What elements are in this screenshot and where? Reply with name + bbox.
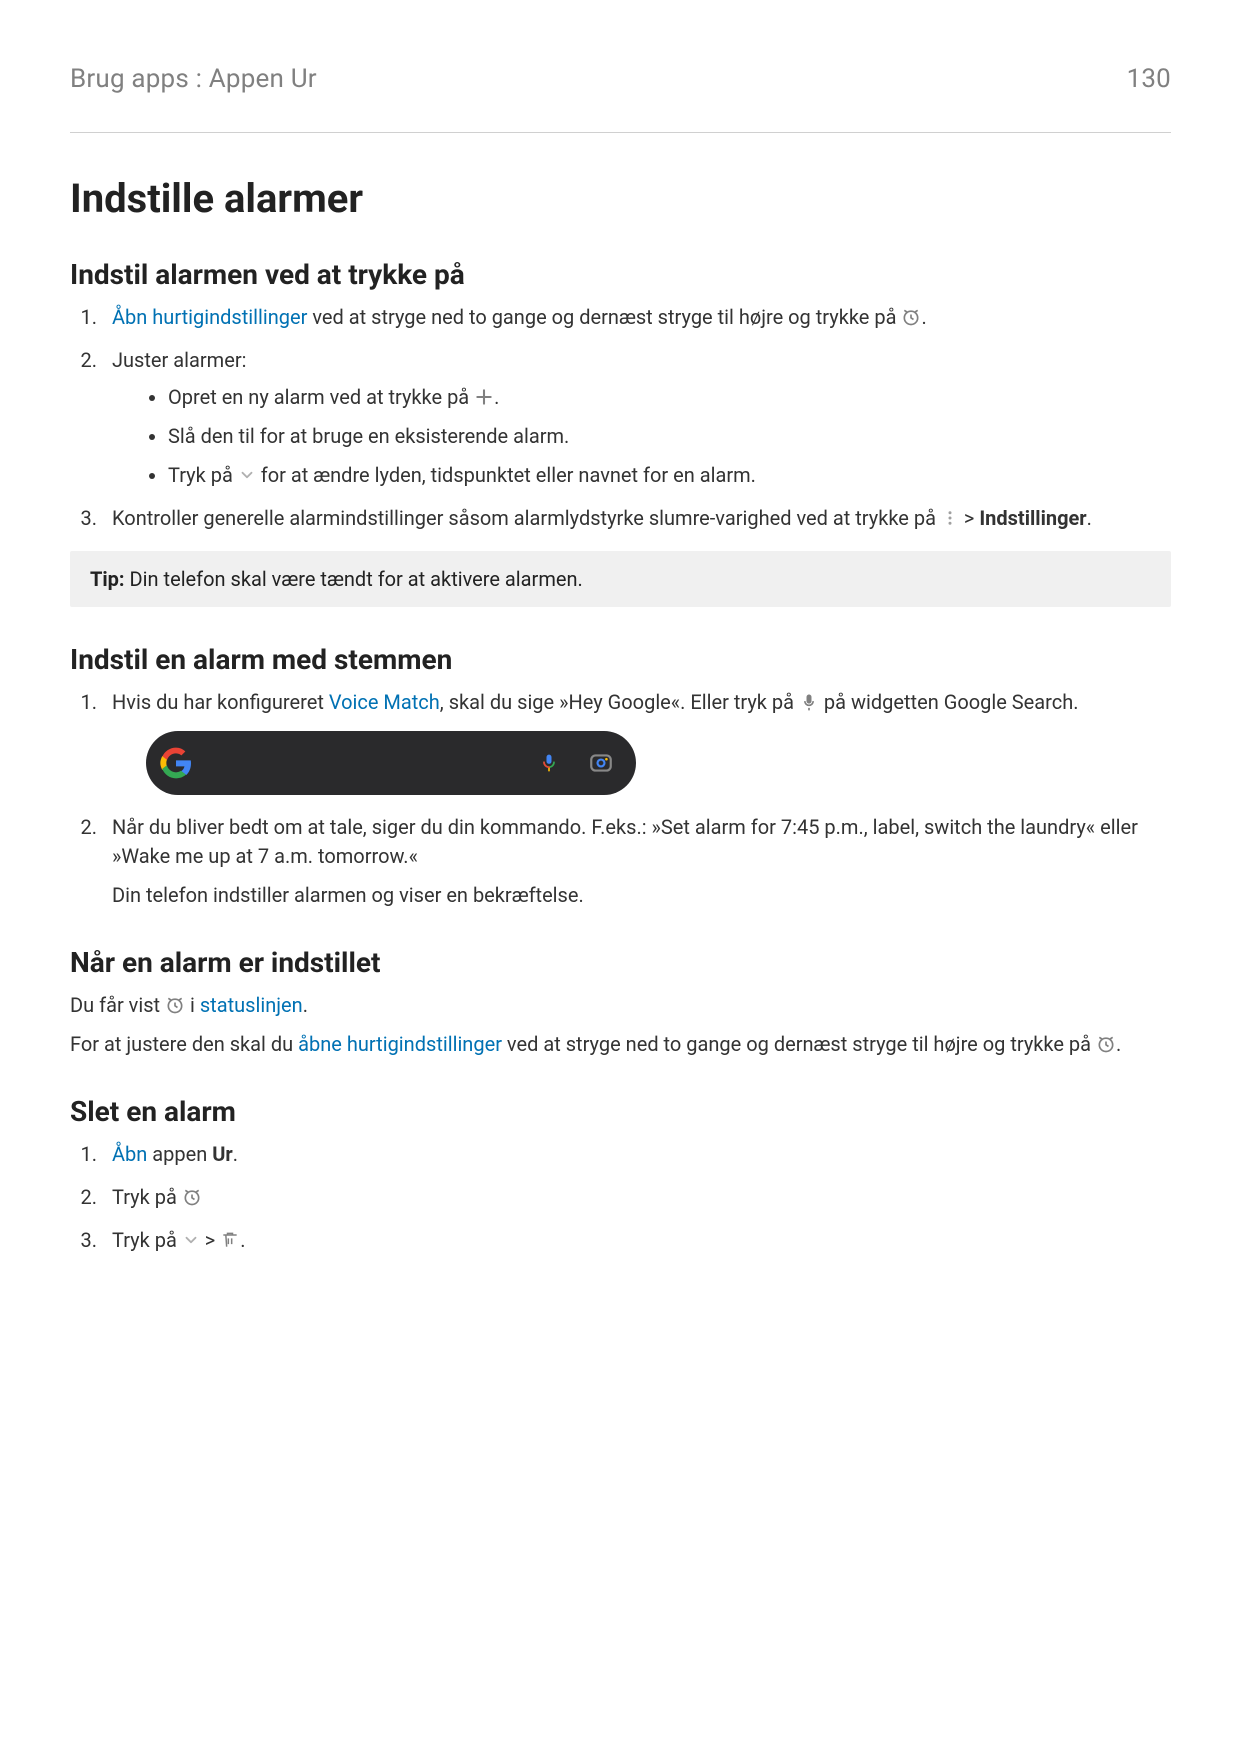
step-2-bullets: Opret en ny alarm ved at trykke på . Slå…: [112, 383, 1171, 490]
voice-match-link[interactable]: Voice Match: [329, 690, 440, 714]
step-2-intro: Juster alarmer:: [112, 348, 246, 372]
trash-icon: [220, 1230, 240, 1250]
google-search-widget: [146, 731, 636, 795]
open-link[interactable]: Åbn: [112, 1142, 147, 1166]
mic-icon: [799, 692, 819, 712]
section-title-voice: Indstil en alarm med stemmen: [70, 643, 1171, 676]
bullet-create-alarm: Opret en ny alarm ved at trykke på .: [168, 383, 1171, 412]
breadcrumb: Brug apps : Appen Ur: [70, 64, 317, 94]
section-title-set-by-tap: Indstil alarmen ved at trykke på: [70, 258, 1171, 291]
more-vert-icon: [941, 509, 959, 527]
app-name-ur: Ur: [212, 1142, 233, 1166]
step-2: Juster alarmer: Opret en ny alarm ved at…: [102, 346, 1171, 490]
google-logo-icon: [160, 747, 192, 779]
bullet-edit-alarm: Tryk på for at ændre lyden, tidspunktet …: [168, 461, 1171, 490]
tip-label: Tip:: [90, 567, 130, 591]
voice-step-2-confirm: Din telefon indstiller alarmen og viser …: [112, 881, 1171, 910]
chevron-down-icon: [238, 466, 256, 484]
section-title-when-set: Når en alarm er indstillet: [70, 946, 1171, 979]
tip-text: Din telefon skal være tændt for at aktiv…: [130, 567, 583, 591]
bullet-enable-existing: Slå den til for at bruge en eksisterende…: [168, 422, 1171, 451]
delete-step-3: Tryk på > .: [102, 1226, 1171, 1255]
voice-steps: Hvis du har konfigureret Voice Match, sk…: [70, 688, 1171, 910]
status-bar-link[interactable]: statuslinjen: [200, 993, 303, 1017]
header-divider: [70, 132, 1171, 133]
running-header: Brug apps : Appen Ur 130: [70, 64, 1171, 94]
voice-step-1: Hvis du har konfigureret Voice Match, sk…: [102, 688, 1171, 795]
delete-step-2: Tryk på: [102, 1183, 1171, 1212]
page-number: 130: [1127, 64, 1171, 94]
step-1: Åbn hurtigindstillinger ved at stryge ne…: [102, 303, 1171, 332]
section-title-delete: Slet en alarm: [70, 1095, 1171, 1128]
voice-step-2: Når du bliver bedt om at tale, siger du …: [102, 813, 1171, 910]
plus-icon: [474, 387, 494, 407]
settings-label: Indstillinger: [979, 506, 1086, 530]
step-3: Kontroller generelle alarmindstillinger …: [102, 504, 1171, 533]
open-quick-settings-link[interactable]: Åbn hurtigindstillinger: [112, 305, 307, 329]
page-title: Indstille alarmer: [70, 175, 1171, 222]
step-1-end: .: [921, 305, 926, 329]
widget-lens-icon: [588, 750, 614, 776]
alarm-tab-icon: [182, 1187, 202, 1207]
alarm-clock-icon-2: [1096, 1034, 1116, 1054]
step-1-text: ved at stryge ned to gange og dernæst st…: [307, 305, 901, 329]
tip-box: Tip: Din telefon skal være tændt for at …: [70, 551, 1171, 607]
delete-steps: Åbn appen Ur. Tryk på Tryk på > .: [70, 1140, 1171, 1255]
open-quick-settings-link-2[interactable]: åbne hurtigindstillinger: [298, 1032, 502, 1056]
delete-step-1: Åbn appen Ur.: [102, 1140, 1171, 1169]
when-set-p1: Du får vist i statuslinjen.: [70, 991, 1171, 1020]
set-by-tap-steps: Åbn hurtigindstillinger ved at stryge ne…: [70, 303, 1171, 533]
alarm-statusbar-icon: [165, 995, 185, 1015]
alarm-clock-icon: [901, 307, 921, 327]
widget-mic-icon: [538, 749, 560, 777]
chevron-down-icon-2: [182, 1231, 200, 1249]
when-set-p2: For at justere den skal du åbne hurtigin…: [70, 1030, 1171, 1059]
